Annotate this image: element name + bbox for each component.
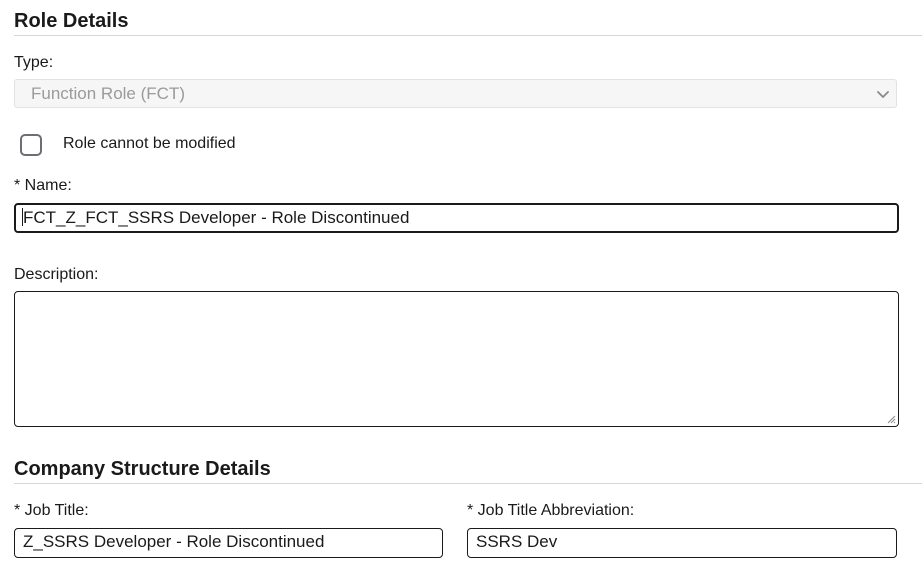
role-form-page: Role Details Type: Function Role (FCT) R…	[0, 0, 922, 571]
job-title-value: Z_SSRS Developer - Role Discontinued	[23, 532, 325, 551]
description-label: Description:	[14, 266, 99, 283]
name-input-value: FCT_Z_FCT_SSRS Developer - Role Disconti…	[23, 208, 410, 227]
job-title-abbr-label: * Job Title Abbreviation:	[467, 502, 635, 519]
type-label: Type:	[14, 54, 54, 71]
name-input[interactable]: FCT_Z_FCT_SSRS Developer - Role Disconti…	[14, 203, 899, 233]
chevron-down-icon	[877, 91, 889, 98]
role-readonly-checkbox[interactable]	[20, 134, 42, 156]
role-details-heading: Role Details	[14, 10, 129, 32]
job-title-abbr-input[interactable]: SSRS Dev	[467, 528, 897, 558]
job-title-label: * Job Title:	[14, 502, 89, 519]
job-title-input[interactable]: Z_SSRS Developer - Role Discontinued	[14, 528, 443, 558]
description-textarea[interactable]	[14, 291, 899, 427]
resize-grip-icon[interactable]	[886, 414, 896, 424]
type-select-value: Function Role (FCT)	[31, 84, 185, 103]
name-label: * Name:	[14, 177, 72, 194]
job-title-abbr-value: SSRS Dev	[476, 532, 558, 551]
type-select[interactable]: Function Role (FCT)	[14, 79, 897, 108]
company-structure-heading: Company Structure Details	[14, 458, 271, 480]
section-divider	[14, 483, 922, 484]
role-readonly-label: Role cannot be modified	[63, 135, 236, 152]
section-divider	[14, 35, 922, 36]
